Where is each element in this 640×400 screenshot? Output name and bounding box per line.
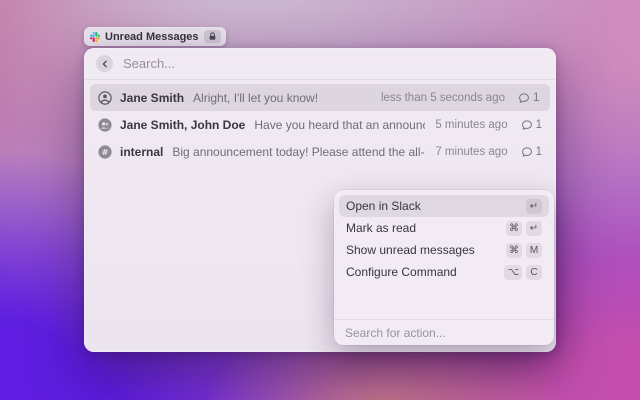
chat-bubble-icon	[521, 146, 533, 158]
cmd-key-icon: ⌘	[506, 221, 522, 236]
message-list: Jane Smith Alright, I'll let you know! l…	[84, 80, 556, 165]
message-time: 7 minutes ago	[435, 146, 507, 158]
return-key-icon: ↵	[526, 199, 542, 214]
message-row[interactable]: Jane Smith Alright, I'll let you know! l…	[90, 84, 550, 111]
message-row[interactable]: # internal Big announcement today! Pleas…	[90, 138, 550, 165]
action-mark-as-read[interactable]: Mark as read ⌘ ↵	[339, 217, 549, 239]
message-preview: Alright, I'll let you know!	[193, 91, 371, 105]
return-key-icon: ↵	[526, 221, 542, 236]
command-tag-label: Unread Messages	[105, 31, 199, 43]
actions-list: Open in Slack ↵ Mark as read ⌘ ↵ Show un…	[334, 190, 554, 288]
message-title: internal	[120, 145, 163, 159]
back-button[interactable]	[96, 55, 113, 72]
message-preview: Big announcement today! Please attend th…	[172, 145, 425, 159]
message-time: 5 minutes ago	[435, 119, 507, 131]
cmd-key-icon: ⌘	[506, 243, 522, 258]
unread-count: 1	[521, 146, 542, 158]
svg-text:#: #	[102, 147, 109, 156]
option-key-icon: ⌥	[504, 265, 522, 280]
command-tag-pill[interactable]: Unread Messages	[84, 27, 226, 46]
actions-panel: Open in Slack ↵ Mark as read ⌘ ↵ Show un…	[334, 190, 554, 345]
chat-bubble-icon	[518, 92, 530, 104]
people-circle-icon	[98, 118, 112, 132]
slack-icon	[90, 32, 100, 42]
search-bar: Search...	[84, 48, 556, 79]
person-circle-icon	[98, 91, 112, 105]
action-search-input[interactable]: Search for action...	[334, 319, 554, 345]
lock-icon	[204, 30, 221, 43]
action-configure-command[interactable]: Configure Command ⌥ C	[339, 261, 549, 283]
message-time: less than 5 seconds ago	[381, 92, 505, 104]
action-open-in-slack[interactable]: Open in Slack ↵	[339, 195, 549, 217]
hash-circle-icon: #	[98, 145, 112, 159]
chat-bubble-icon	[521, 119, 533, 131]
launcher-window: Search... Jane Smith Alright, I'll let y…	[84, 48, 556, 352]
message-title: Jane Smith, John Doe	[120, 118, 245, 132]
message-preview: Have you heard that an announcement is c…	[254, 118, 425, 132]
m-key-icon: M	[526, 243, 542, 258]
search-input[interactable]: Search...	[123, 56, 175, 71]
unread-count: 1	[521, 119, 542, 131]
message-row[interactable]: Jane Smith, John Doe Have you heard that…	[90, 111, 550, 138]
unread-count: 1	[518, 92, 542, 104]
action-show-unread-messages[interactable]: Show unread messages ⌘ M	[339, 239, 549, 261]
message-title: Jane Smith	[120, 91, 184, 105]
c-key-icon: C	[526, 265, 542, 280]
